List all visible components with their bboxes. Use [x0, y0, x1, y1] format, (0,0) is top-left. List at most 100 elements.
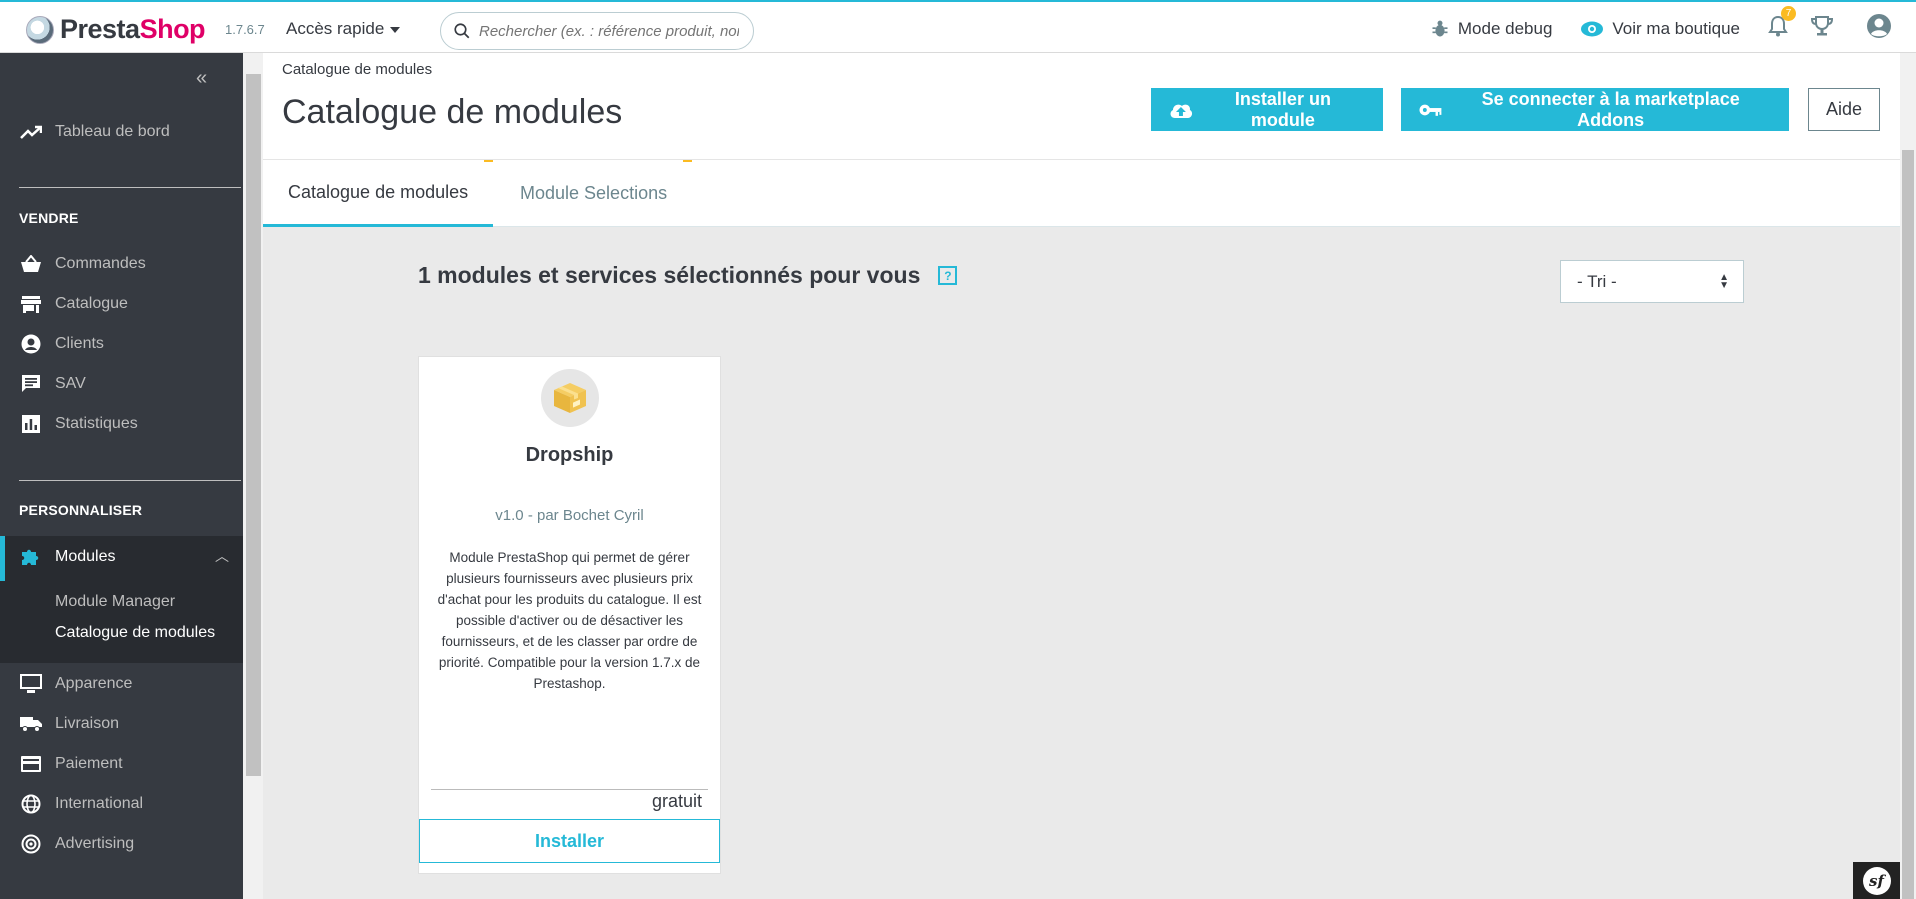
- sidebar-item-label: Apparence: [55, 675, 133, 692]
- search-icon: [454, 23, 470, 39]
- header-right: Mode debug Voir ma boutique 7: [1430, 2, 1916, 55]
- sort-select[interactable]: - Tri - ▲ ▼: [1560, 260, 1744, 303]
- module-description: Module PrestaShop qui permet de gérer pl…: [437, 550, 702, 691]
- sidebar-subitem-module-catalog[interactable]: Catalogue de modules: [55, 624, 215, 642]
- collapse-sidebar-icon[interactable]: «: [196, 67, 207, 90]
- connect-addons-label: Se connecter à la marketplace Addons: [1481, 88, 1740, 130]
- sidebar-item-dashboard[interactable]: Tableau de bord: [0, 118, 243, 146]
- search-box[interactable]: [440, 12, 754, 50]
- symfony-icon: sf: [1862, 866, 1891, 895]
- install-module-button[interactable]: Installer un module: [1151, 88, 1383, 131]
- sidebar-item-payment[interactable]: Paiement: [0, 750, 243, 778]
- connect-addons-button[interactable]: Se connecter à la marketplace Addons: [1401, 88, 1789, 131]
- target-icon: [20, 834, 42, 854]
- top-header: PrestaShop 1.7.6.7 Accès rapide Mode deb…: [0, 0, 1916, 53]
- truck-icon: [20, 716, 42, 732]
- view-shop-link[interactable]: Voir ma boutique: [1580, 19, 1740, 39]
- sidebar-item-label: Modules: [55, 548, 116, 565]
- sidebar-item-label: Advertising: [55, 835, 135, 852]
- bug-icon: [1432, 20, 1448, 36]
- tab-notification-mark: [484, 160, 493, 162]
- store-icon: [20, 295, 42, 313]
- sidebar-item-label: Catalogue: [55, 295, 128, 312]
- sidebar-item-support[interactable]: SAV: [0, 370, 243, 398]
- sidebar-item-label: Statistiques: [55, 415, 138, 432]
- sidebar-item-label: Clients: [55, 335, 104, 352]
- tab-module-catalog[interactable]: Catalogue de modules: [263, 160, 494, 227]
- sidebar-scrollbar-thumb[interactable]: [246, 74, 261, 776]
- sidebar-item-international[interactable]: International: [0, 790, 243, 818]
- account-circle-icon: [1867, 14, 1891, 38]
- sidebar-item-label: Tableau de bord: [55, 123, 170, 140]
- version-label: 1.7.6.7: [225, 22, 265, 37]
- section-sell-heading: VENDRE: [19, 210, 79, 226]
- tab-module-selections[interactable]: Module Selections: [495, 160, 692, 227]
- caret-down-icon: [390, 27, 401, 33]
- sidebar-item-modules[interactable]: Modules ︿: [0, 542, 243, 572]
- module-author: v1.0 - par Bochet Cyril: [495, 507, 644, 524]
- puffin-logo-icon: [26, 15, 54, 44]
- monitor-icon: [20, 674, 42, 694]
- notifications-button[interactable]: 7: [1768, 6, 1796, 42]
- chevron-up-icon: ︿: [215, 548, 229, 564]
- sidebar-item-label: SAV: [55, 375, 86, 392]
- module-card: Dropship v1.0 - par Bochet Cyril Module …: [418, 356, 721, 874]
- page-title: Catalogue de modules: [282, 93, 623, 131]
- quick-access-dropdown[interactable]: Accès rapide: [286, 19, 401, 39]
- section-customize-heading: PERSONNALISER: [19, 502, 143, 518]
- module-price: gratuit: [651, 791, 702, 811]
- module-name[interactable]: Dropship: [419, 444, 720, 467]
- puzzle-icon: [20, 546, 42, 568]
- bar-chart-icon: [20, 415, 42, 433]
- breadcrumb[interactable]: Catalogue de modules: [282, 61, 432, 78]
- price-divider: [431, 789, 708, 790]
- sidebar-item-label: Commandes: [55, 255, 146, 272]
- account-circle-icon: [20, 334, 42, 354]
- select-arrows-icon: ▲ ▼: [1719, 271, 1729, 291]
- help-question-icon[interactable]: ?: [938, 266, 958, 285]
- sidebar-item-stats[interactable]: Statistiques: [0, 410, 243, 438]
- tab-notification-mark: [683, 160, 692, 162]
- quick-access-label: Accès rapide: [286, 19, 385, 38]
- eye-icon: [1581, 21, 1604, 36]
- sidebar-item-appearance[interactable]: Apparence: [0, 670, 243, 698]
- sidebar-item-advertising[interactable]: Advertising: [0, 830, 243, 858]
- prestashop-logo[interactable]: PrestaShop: [26, 14, 206, 45]
- sort-selected-value: - Tri -: [1577, 271, 1617, 291]
- trophy-icon: [1810, 16, 1834, 36]
- results-count-text: 1 modules et services sélectionnés pour …: [418, 262, 921, 288]
- install-button[interactable]: Installer: [419, 819, 720, 863]
- debug-mode-label: Mode debug: [1457, 18, 1553, 38]
- sidebar-divider: [19, 480, 241, 481]
- view-shop-label: Voir ma boutique: [1612, 18, 1740, 38]
- symfony-debug-toolbar-toggle[interactable]: sf: [1853, 862, 1900, 899]
- sidebar-item-label: Livraison: [55, 715, 120, 732]
- globe-icon: [20, 794, 42, 814]
- module-box-icon: [541, 369, 599, 427]
- sidebar-item-orders[interactable]: Commandes: [0, 250, 243, 278]
- debug-mode-link[interactable]: Mode debug: [1430, 18, 1553, 39]
- trending-up-icon: [20, 125, 42, 139]
- notification-count-badge: 7: [1781, 6, 1796, 21]
- install-module-label: Installer un module: [1234, 88, 1331, 130]
- key-icon: [1419, 104, 1442, 116]
- sidebar-item-customers[interactable]: Clients: [0, 330, 243, 358]
- credit-card-icon: [20, 756, 42, 772]
- page-scrollbar-thumb[interactable]: [1902, 150, 1914, 899]
- results-heading: 1 modules et services sélectionnés pour …: [418, 262, 958, 289]
- logo-text: PrestaShop: [60, 14, 206, 44]
- cloud-upload-icon: [1170, 104, 1193, 118]
- tab-bar: Catalogue de modules Module Selections: [263, 159, 1900, 227]
- sidebar-divider: [19, 187, 241, 188]
- chat-icon: [20, 374, 42, 394]
- basket-icon: [20, 255, 42, 273]
- sidebar-item-shipping[interactable]: Livraison: [0, 710, 243, 738]
- search-input[interactable]: [479, 22, 739, 40]
- sidebar-subitem-module-manager[interactable]: Module Manager: [55, 593, 175, 611]
- help-button[interactable]: Aide: [1808, 88, 1880, 131]
- trophy-button[interactable]: [1810, 14, 1834, 43]
- account-button[interactable]: [1866, 13, 1892, 44]
- sidebar-item-catalog[interactable]: Catalogue: [0, 290, 243, 318]
- sidebar-item-label: Paiement: [55, 755, 123, 772]
- sidebar-item-label: International: [55, 795, 144, 812]
